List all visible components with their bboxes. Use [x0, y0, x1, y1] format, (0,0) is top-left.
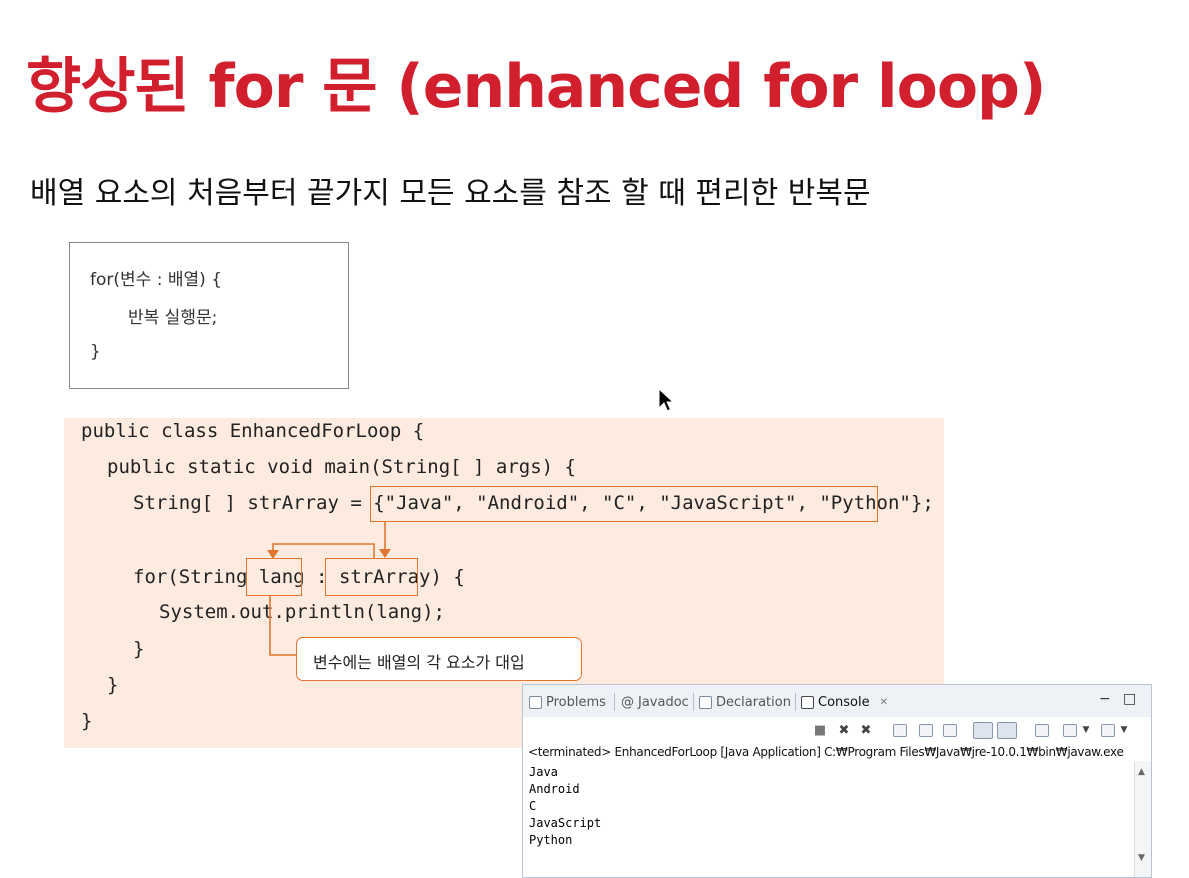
tab-javadoc[interactable]: @ Javadoc [621, 691, 689, 713]
arrow-strArray-to-lang [272, 543, 375, 558]
console-icon [801, 695, 814, 709]
close-icon[interactable]: ✕ [880, 697, 888, 708]
tab-divider [614, 693, 615, 711]
chevron-down-icon[interactable]: ▼ [1079, 724, 1093, 737]
scroll-lock-icon[interactable] [919, 724, 933, 737]
maximize-icon[interactable]: □ [1123, 691, 1136, 707]
vertical-scrollbar[interactable]: ▲ ▼ [1134, 761, 1151, 877]
tab-declaration[interactable]: Declaration [699, 691, 791, 713]
tab-label: Console [818, 694, 870, 710]
tab-label: Declaration [716, 694, 791, 710]
console-status: <terminated> EnhancedForLoop [Java Appli… [528, 745, 1124, 759]
clear-console-icon[interactable] [893, 724, 907, 737]
remove-launch-icon[interactable]: ✖ [837, 724, 851, 737]
console-output-line: C [529, 799, 537, 813]
show-on-stdout-icon[interactable] [973, 722, 993, 739]
open-console-icon[interactable] [1101, 724, 1115, 737]
terminate-icon[interactable]: ■ [813, 724, 827, 737]
callout-connector [269, 596, 296, 656]
console-output-line: Android [529, 782, 580, 796]
display-console-icon[interactable] [1063, 724, 1077, 737]
declaration-icon [699, 695, 712, 709]
word-wrap-icon[interactable] [943, 724, 957, 737]
show-on-stderr-icon[interactable] [997, 722, 1017, 739]
javadoc-icon: @ [621, 694, 634, 710]
console-output-line: JavaScript [529, 816, 602, 830]
pin-console-icon[interactable] [1035, 724, 1049, 737]
scroll-up-icon[interactable]: ▲ [1138, 767, 1145, 777]
console-output-line: Python [529, 833, 573, 847]
tab-console[interactable]: Console ✕ [801, 691, 888, 713]
minimize-icon[interactable]: − [1099, 691, 1111, 707]
view-tab-bar: Problems @ Javadoc Declaration Console ✕… [523, 685, 1151, 718]
tab-problems[interactable]: Problems [529, 691, 606, 713]
tab-divider [795, 693, 796, 711]
scroll-down-icon[interactable]: ▼ [1138, 853, 1145, 863]
console-window: Problems @ Javadoc Declaration Console ✕… [522, 684, 1152, 878]
tab-label: Problems [546, 694, 606, 710]
tab-label: Javadoc [638, 694, 689, 710]
chevron-down-icon[interactable]: ▼ [1117, 724, 1131, 737]
console-toolbar: ■ ✖ ✖ ▼ ▼ [523, 717, 1151, 743]
problems-icon [529, 695, 542, 709]
tab-divider [693, 693, 694, 711]
callout-box: 변수에는 배열의 각 요소가 대입 [296, 637, 582, 681]
remove-all-terminated-icon[interactable]: ✖ [859, 724, 873, 737]
console-output-line: Java [529, 765, 558, 779]
